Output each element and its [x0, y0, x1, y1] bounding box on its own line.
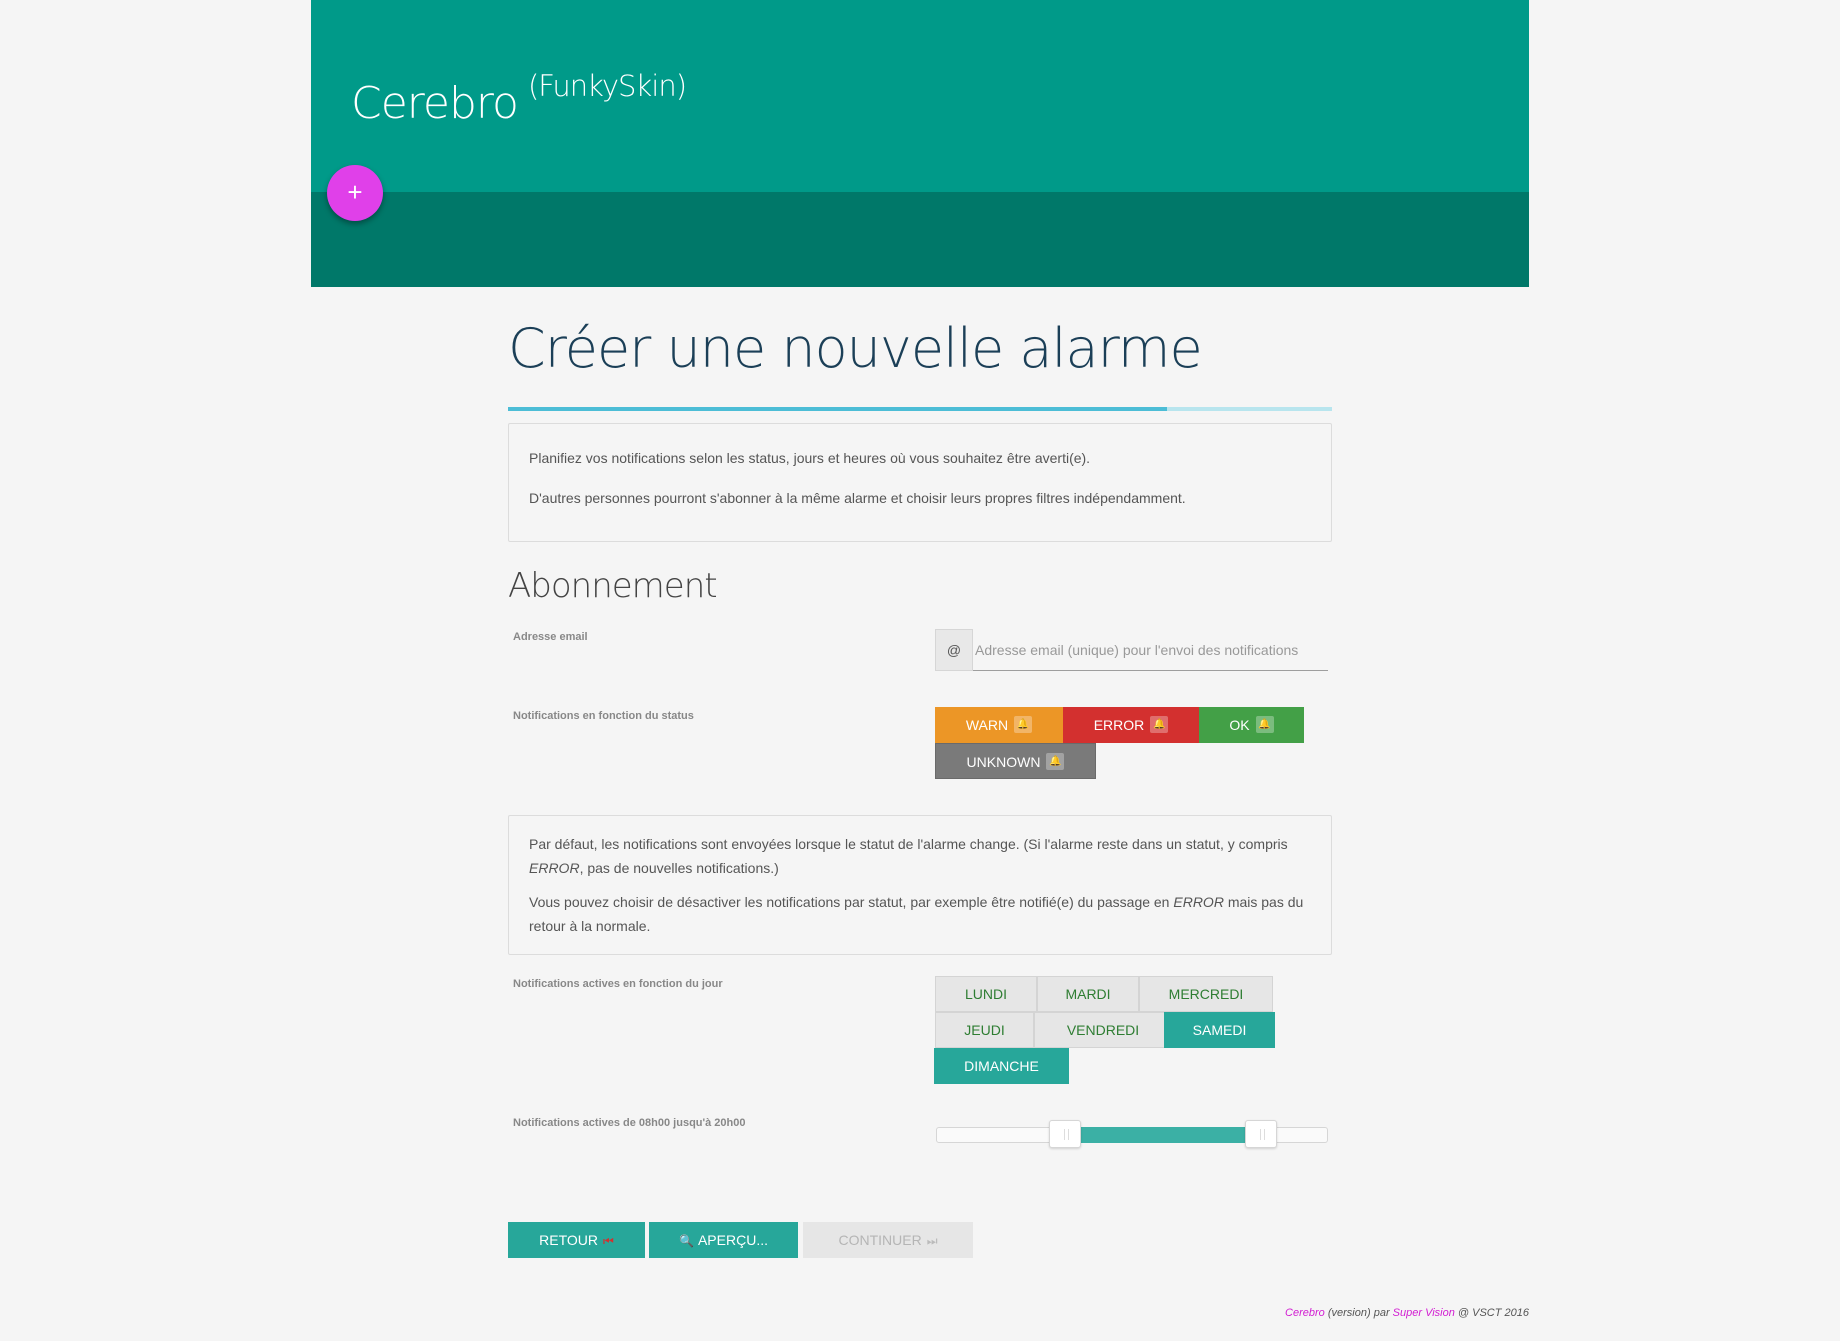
info-text-1: Par défaut, les notifications sont envoy… — [529, 836, 1288, 876]
footer: Cerebro (version) par Super Vision @ VSC… — [1285, 1307, 1529, 1319]
slider-end-handle[interactable] — [1245, 1120, 1278, 1148]
brand-name: Cerebro — [351, 78, 519, 129]
status-warn-toggle[interactable]: WARN 🔔 — [935, 707, 1063, 743]
status-unknown-label: UNKNOWN — [966, 754, 1041, 770]
plus-icon: + — [347, 177, 363, 207]
main-content: Créer une nouvelle alarme Planifiez vos … — [508, 287, 1332, 1258]
days-label: Notifications actives en fonction du jou… — [513, 978, 723, 990]
hours-label: Notifications actives de 08h00 jusqu'à 2… — [513, 1117, 746, 1129]
day-toggle-dimanche[interactable]: DIMANCHE — [934, 1048, 1069, 1084]
section-title-subscription: Abonnement — [508, 566, 718, 606]
intro-text-2: D'autres personnes pourront s'abonner à … — [529, 490, 1186, 506]
back-button[interactable]: RETOUR ⏮ — [508, 1222, 645, 1258]
intro-text-1: Planifiez vos notifications selon les st… — [529, 450, 1091, 466]
footer-app-link[interactable]: Cerebro — [1285, 1307, 1325, 1319]
at-icon: @ — [935, 629, 973, 671]
status-ok-toggle[interactable]: OK 🔔 — [1199, 707, 1304, 743]
hours-slider-range — [1065, 1127, 1262, 1143]
intro-panel: Planifiez vos notifications selon les st… — [508, 423, 1332, 542]
footer-team-link[interactable]: Super Vision — [1393, 1307, 1455, 1319]
footer-suffix: @ VSCT 2016 — [1457, 1307, 1529, 1319]
day-toggle-samedi[interactable]: SAMEDI — [1164, 1012, 1275, 1048]
zoom-icon: 🔍 — [679, 1234, 694, 1248]
brand-skin: (FunkySkin) — [527, 69, 687, 103]
status-unknown-toggle[interactable]: UNKNOWN 🔔 — [935, 743, 1096, 779]
slider-start-handle[interactable] — [1049, 1120, 1082, 1148]
bell-icon: 🔔 — [1255, 715, 1274, 733]
title-progress-bar — [508, 407, 1332, 411]
status-ok-label: OK — [1229, 717, 1250, 733]
status-info-panel: Par défaut, les notifications sont envoy… — [508, 815, 1332, 955]
status-error-toggle[interactable]: ERROR 🔔 — [1063, 707, 1199, 743]
back-label: RETOUR — [539, 1232, 599, 1248]
email-input[interactable] — [973, 629, 1328, 671]
status-label: Notifications en fonction du status — [513, 710, 694, 722]
bell-icon: 🔔 — [1046, 752, 1065, 770]
preview-label: APERÇU... — [697, 1232, 768, 1248]
preview-button[interactable]: 🔍 APERÇU... — [649, 1222, 798, 1258]
page-title: Créer une nouvelle alarme — [508, 317, 1203, 380]
add-alarm-button[interactable]: + — [327, 165, 383, 221]
status-row: Notifications en fonction du status WARN… — [508, 707, 1332, 779]
day-toggle-lundi[interactable]: LUNDI — [935, 976, 1037, 1012]
bell-icon: 🔔 — [1014, 715, 1033, 733]
days-row: Notifications actives en fonction du jou… — [508, 976, 1332, 1084]
day-toggle-vendredi[interactable]: VENDREDI — [1034, 1012, 1172, 1048]
day-toggle-mercredi[interactable]: MERCREDI — [1139, 976, 1273, 1012]
header-toolbar — [311, 192, 1529, 287]
day-toggle-jeudi[interactable]: JEUDI — [935, 1012, 1034, 1048]
app-header: Cerebro (FunkySkin) + — [311, 0, 1529, 287]
status-error-label: ERROR — [1093, 717, 1145, 733]
bell-icon: 🔔 — [1150, 715, 1169, 733]
email-label: Adresse email — [513, 631, 588, 643]
day-toggle-mardi[interactable]: MARDI — [1037, 976, 1139, 1012]
email-group: @ — [935, 629, 1328, 671]
hours-row: Notifications actives de 08h00 jusqu'à 2… — [508, 1114, 1332, 1156]
footer-version: (version) — [1327, 1307, 1371, 1319]
footer-par: par — [1373, 1307, 1390, 1319]
continue-button[interactable]: CONTINUER ⏭ — [803, 1222, 973, 1258]
status-warn-label: WARN — [965, 717, 1009, 733]
email-row: Adresse email @ — [508, 629, 1332, 671]
info-text-2: Vous pouvez choisir de désactiver les no… — [529, 894, 1304, 934]
continue-label: CONTINUER — [838, 1232, 922, 1248]
form-actions: RETOUR ⏮ 🔍 APERÇU... CONTINUER ⏭ — [508, 1222, 1332, 1258]
next-icon: ⏭ — [926, 1234, 938, 1248]
previous-icon: ⏮ — [603, 1234, 614, 1248]
app-brand: Cerebro (FunkySkin) — [351, 69, 687, 129]
